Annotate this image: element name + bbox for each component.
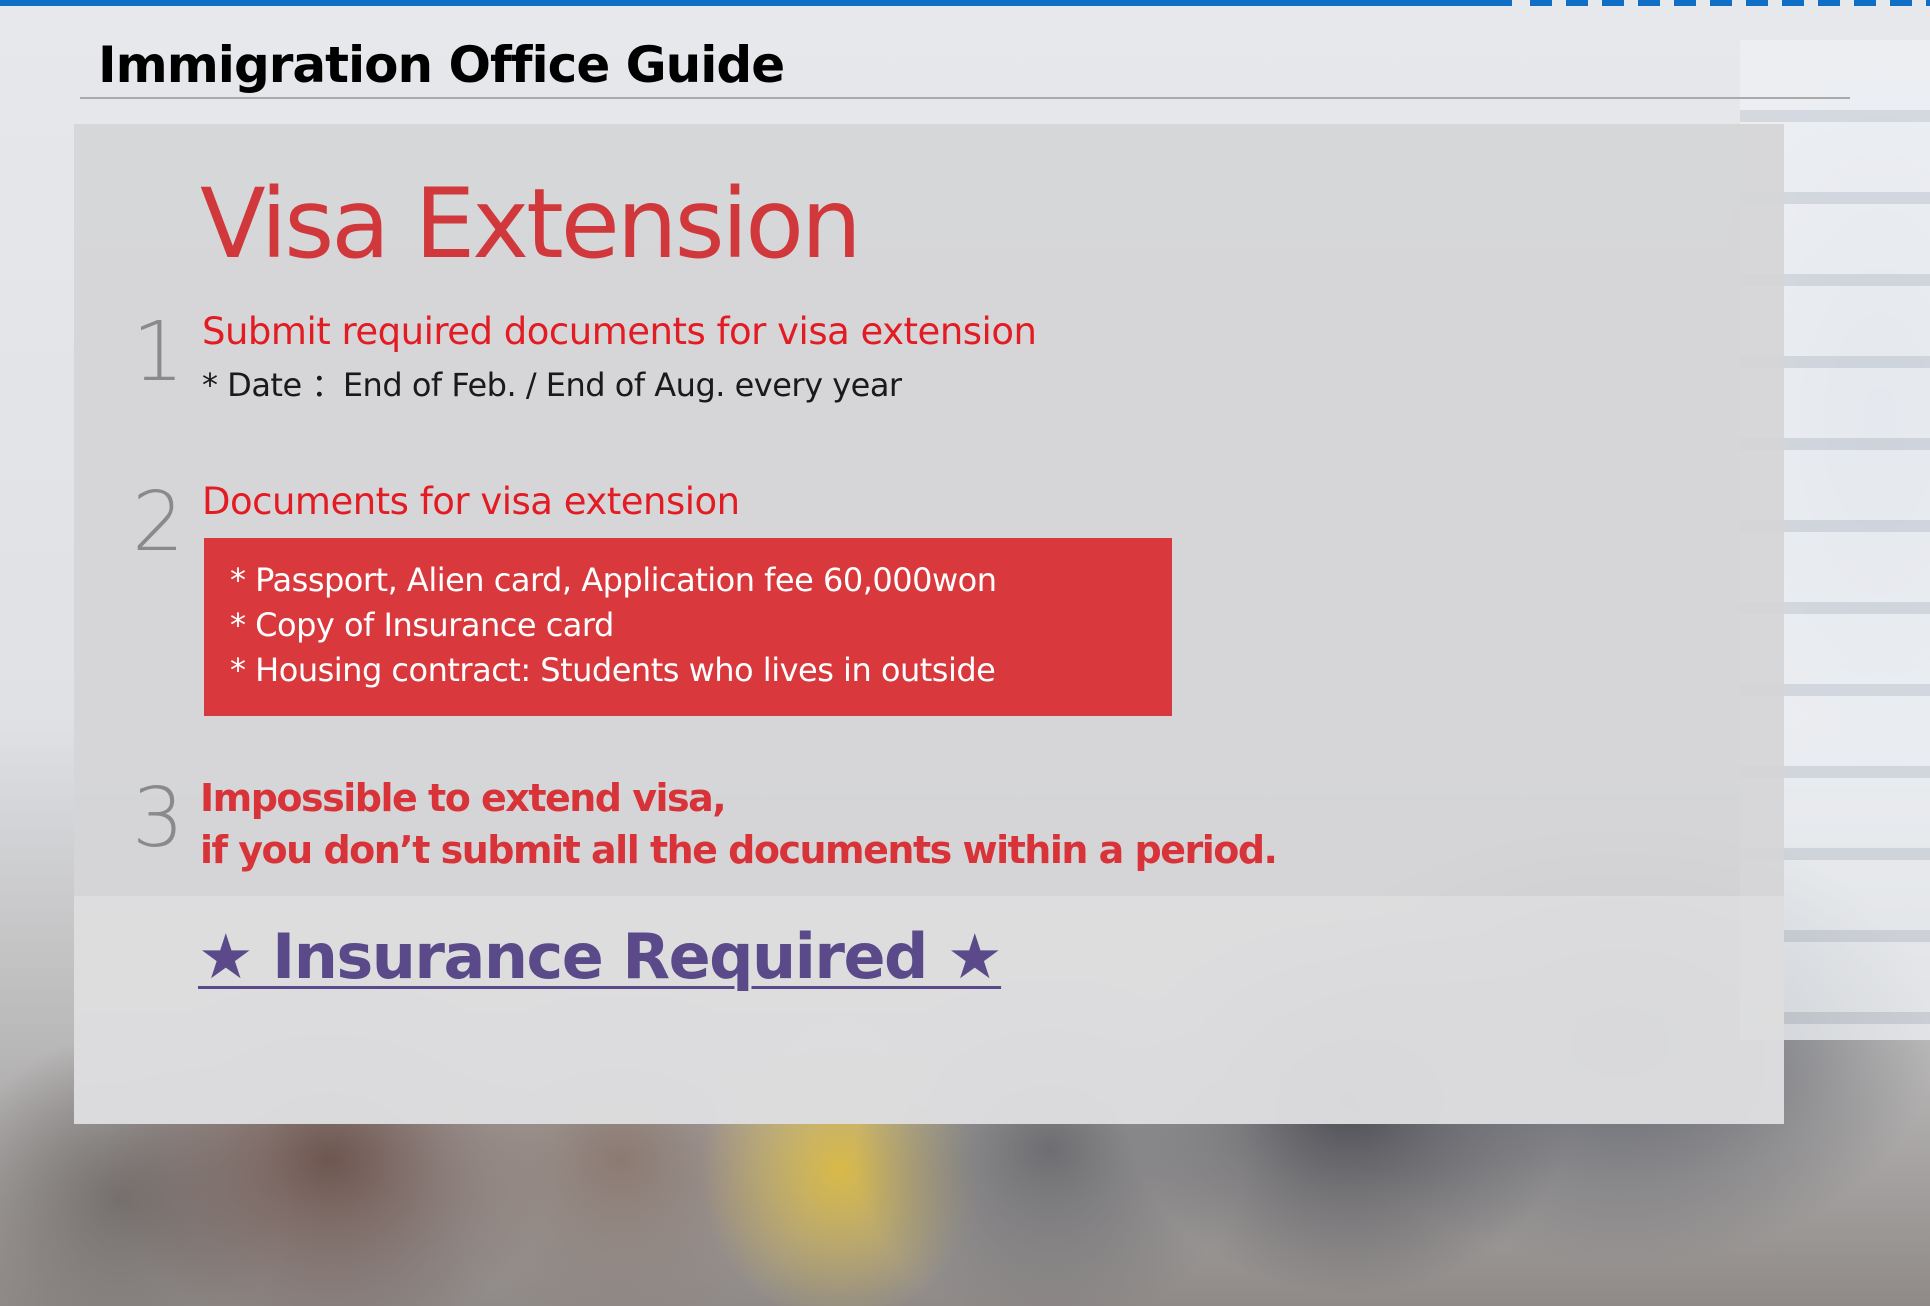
step-1-number: 1	[132, 305, 185, 400]
step-3-number: 3	[132, 771, 185, 866]
insurance-required-link[interactable]: ★ Insurance Required ★	[198, 920, 1003, 993]
step-1-title: Submit required documents for visa exten…	[202, 310, 1037, 353]
document-item-passport: * Passport, Alien card, Application fee …	[230, 561, 997, 599]
step-3-line-2: if you don’t submit all the documents wi…	[200, 828, 1278, 872]
page-title: Immigration Office Guide	[98, 36, 785, 94]
document-item-insurance: * Copy of Insurance card	[230, 606, 614, 644]
step-2-title: Documents for visa extension	[202, 480, 740, 523]
step-2-number: 2	[132, 475, 185, 570]
visa-extension-title: Visa Extension	[200, 168, 862, 280]
header-divider	[80, 97, 1850, 99]
top-accent-dashes	[1530, 0, 1930, 6]
step-1-date-note: * Date ：End of Feb. / End of Aug. every …	[202, 366, 902, 404]
step-3-line-1: Impossible to extend visa,	[200, 776, 727, 820]
document-item-housing: * Housing contract: Students who lives i…	[230, 651, 996, 689]
documents-box: * Passport, Alien card, Application fee …	[204, 538, 1172, 716]
top-accent-bar	[0, 0, 1512, 6]
